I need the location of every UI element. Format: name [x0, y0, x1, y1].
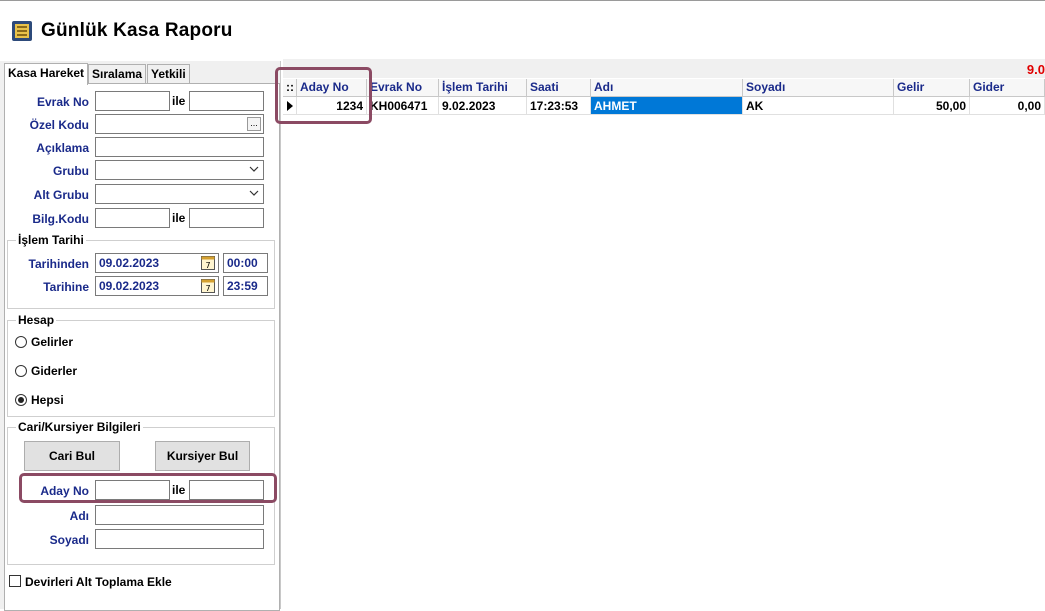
svg-text:7: 7 [205, 261, 210, 270]
cell-evrak-no[interactable]: KH006471 [367, 97, 439, 115]
chevron-down-icon [249, 166, 259, 172]
bilg-kodu-from-input[interactable] [95, 208, 170, 228]
ozel-kodu-input[interactable]: ... [95, 114, 264, 134]
islem-tarihi-title: İşlem Tarihi [16, 233, 86, 247]
cash-register-icon [12, 21, 32, 41]
cell-adi[interactable]: AHMET [591, 97, 743, 115]
tarihine-label: Tarihine [43, 280, 89, 294]
calendar-icon[interactable]: 7 [201, 278, 215, 293]
ozel-kodu-label: Özel Kodu [29, 118, 89, 132]
tab-kasa-hareket[interactable]: Kasa Hareket [4, 63, 89, 85]
results-area [283, 61, 1045, 609]
hepsi-radio-label: Hepsi [31, 393, 64, 407]
evrak-no-label: Evrak No [36, 95, 89, 109]
tab-yetkili[interactable]: Yetkili [147, 64, 190, 84]
grid-header: :: Aday No Evrak No İşlem Tarihi Saati A… [283, 79, 1045, 97]
col-evrak-no[interactable]: Evrak No [367, 79, 439, 96]
cell-islem-tarihi[interactable]: 9.02.2023 [439, 97, 527, 115]
aciklama-label: Açıklama [36, 141, 89, 155]
tab-kasa-hareket-body: Evrak No ile Özel Kodu ... Açıklama Grub… [4, 83, 280, 611]
adi-label: Adı [69, 509, 89, 523]
bilg-kodu-label: Bilg.Kodu [32, 212, 89, 226]
grubu-label: Grubu [53, 164, 89, 178]
title-bar: Günlük Kasa Raporu [0, 1, 1045, 59]
soyadi-input[interactable] [95, 529, 264, 549]
evrak-no-ile-label: ile [172, 94, 186, 108]
giderler-radio-label: Giderler [31, 364, 78, 378]
total-value-label: 9.0 [1026, 62, 1045, 77]
bilg-kodu-ile-label: ile [172, 211, 186, 225]
cell-gider[interactable]: 0,00 [970, 97, 1045, 115]
evrak-no-to-input[interactable] [189, 91, 264, 111]
tarihine-time-input[interactable]: 23:59 [223, 276, 268, 296]
table-row[interactable]: 1234 KH006471 9.02.2023 17:23:53 AHMET A… [283, 97, 1045, 115]
col-adi[interactable]: Adı [591, 79, 743, 96]
col-gelir[interactable]: Gelir [894, 79, 970, 96]
svg-text:7: 7 [205, 284, 210, 293]
hepsi-radio[interactable] [15, 394, 27, 406]
gelirler-radio-label: Gelirler [31, 335, 74, 349]
col-gider[interactable]: Gider [970, 79, 1045, 96]
hesap-title: Hesap [16, 313, 57, 327]
calendar-icon[interactable]: 7 [201, 255, 215, 270]
cell-saati[interactable]: 17:23:53 [527, 97, 591, 115]
tarihinden-label: Tarihinden [28, 257, 89, 271]
aday-no-filter-highlight [19, 473, 277, 503]
devirleri-label: Devirleri Alt Toplama Ekle [25, 575, 172, 589]
gelirler-radio[interactable] [15, 336, 27, 348]
aday-no-column-highlight [275, 67, 372, 124]
ozel-kodu-browse-button[interactable]: ... [247, 117, 261, 131]
tab-siralama[interactable]: Sıralama [88, 64, 147, 84]
cari-kursiyer-title: Cari/Kursiyer Bilgileri [16, 420, 143, 434]
window-title: Günlük Kasa Raporu [41, 20, 233, 41]
cell-gelir[interactable]: 50,00 [894, 97, 970, 115]
col-soyadi[interactable]: Soyadı [743, 79, 894, 96]
giderler-radio[interactable] [15, 365, 27, 377]
filter-panel: Kasa Hareket Sıralama Yetkili Evrak No i… [0, 61, 281, 611]
evrak-no-from-input[interactable] [95, 91, 170, 111]
cari-bul-button[interactable]: Cari Bul [24, 441, 120, 471]
cell-soyadi[interactable]: AK [743, 97, 894, 115]
devirleri-checkbox[interactable] [9, 575, 21, 587]
alt-grubu-select[interactable] [95, 184, 264, 204]
col-islem-tarihi[interactable]: İşlem Tarihi [439, 79, 527, 96]
tarihinden-time-input[interactable]: 00:00 [223, 253, 268, 273]
adi-input[interactable] [95, 505, 264, 525]
grubu-select[interactable] [95, 160, 264, 180]
grid-top-strip [283, 59, 1045, 78]
soyadi-label: Soyadı [49, 533, 89, 547]
col-saati[interactable]: Saati [527, 79, 591, 96]
alt-grubu-label: Alt Grubu [33, 188, 89, 202]
kursiyer-bul-button[interactable]: Kursiyer Bul [155, 441, 250, 471]
chevron-down-icon [249, 190, 259, 196]
bilg-kodu-to-input[interactable] [189, 208, 264, 228]
islem-tarihi-group: İşlem Tarihi [7, 233, 275, 309]
aciklama-input[interactable] [95, 137, 264, 157]
